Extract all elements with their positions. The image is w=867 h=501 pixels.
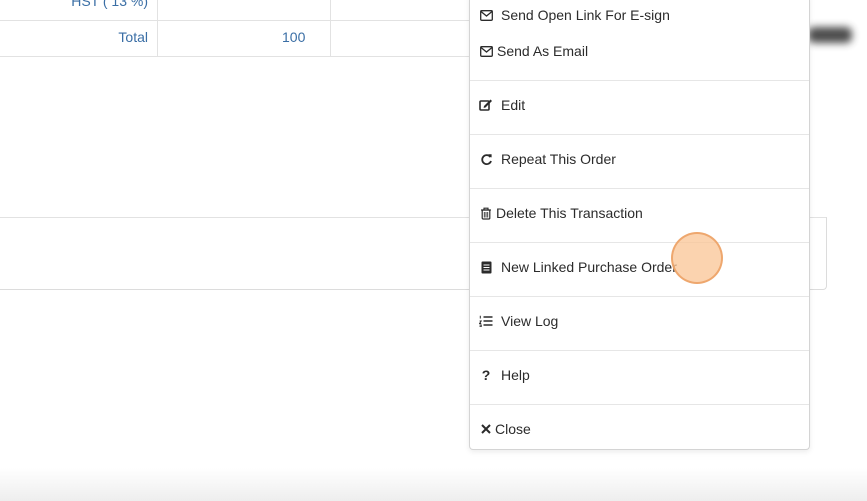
column-divider — [157, 0, 158, 20]
column-divider — [157, 20, 158, 56]
menu-divider — [470, 296, 809, 297]
page: HST ( 13 %) Total 100 Send Open Link For… — [0, 0, 867, 501]
menu-item-label: Close — [495, 421, 531, 437]
column-divider — [330, 0, 331, 20]
question-icon: ? — [481, 367, 491, 383]
menu-item-label: Repeat This Order — [501, 151, 616, 167]
menu-item-label: View Log — [501, 313, 559, 329]
edit-icon — [479, 98, 493, 112]
list-icon — [479, 314, 493, 328]
document-icon — [479, 260, 493, 274]
menu-item-send-as-email[interactable]: Send As Email — [470, 38, 809, 64]
menu-item-repeat-order[interactable]: Repeat This Order — [470, 146, 809, 172]
actions-dropdown-menu: Send Open Link For E-sign Send As Email … — [469, 0, 810, 450]
column-divider — [330, 20, 331, 56]
table-row-total: Total 100 — [0, 20, 470, 57]
menu-divider — [470, 242, 809, 243]
menu-item-edit[interactable]: Edit — [470, 92, 809, 118]
hst-label: HST ( 13 %) — [71, 0, 148, 9]
menu-item-help[interactable]: ? Help — [470, 362, 809, 388]
background-shadow — [808, 27, 852, 43]
menu-item-view-log[interactable]: View Log — [470, 308, 809, 334]
menu-divider — [470, 404, 809, 405]
menu-item-send-open-link[interactable]: Send Open Link For E-sign — [470, 2, 809, 28]
menu-item-label: Help — [501, 367, 530, 383]
envelope-icon — [479, 44, 493, 58]
menu-item-label: New Linked Purchase Order — [501, 259, 677, 275]
menu-item-new-linked-purchase-order[interactable]: New Linked Purchase Order — [470, 254, 809, 280]
menu-item-label: Send As Email — [497, 43, 589, 59]
envelope-icon — [479, 8, 493, 22]
menu-divider — [470, 80, 809, 81]
menu-item-label: Send Open Link For E-sign — [501, 7, 670, 23]
close-icon — [479, 422, 493, 436]
total-label: Total — [118, 29, 148, 45]
total-value: 100 — [282, 29, 306, 45]
footer-shade — [0, 468, 867, 501]
table-row-hst: HST ( 13 %) — [0, 0, 470, 21]
menu-item-close[interactable]: Close — [470, 416, 809, 442]
menu-item-label: Delete This Transaction — [496, 205, 643, 221]
redo-icon — [479, 152, 493, 166]
menu-item-delete-transaction[interactable]: Delete This Transaction — [470, 200, 809, 226]
click-indicator — [671, 232, 723, 284]
trash-icon — [479, 206, 493, 220]
menu-divider — [470, 350, 809, 351]
menu-divider — [470, 188, 809, 189]
menu-item-label: Edit — [501, 97, 526, 113]
menu-divider — [470, 134, 809, 135]
